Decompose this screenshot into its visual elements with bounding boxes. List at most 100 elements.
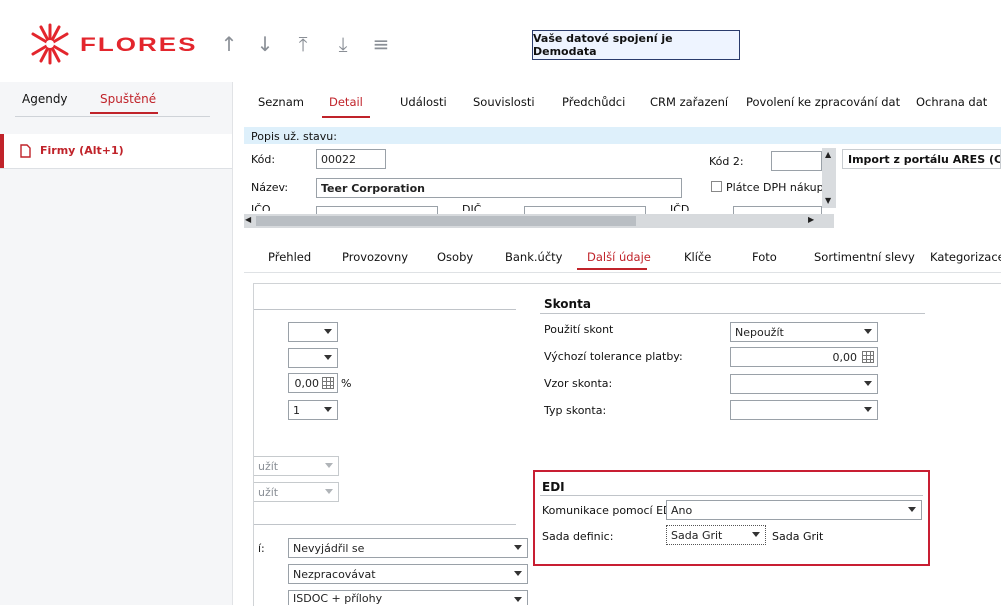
- nazev-input[interactable]: Teer Corporation: [316, 178, 682, 198]
- tolerance-label: Výchozí tolerance platby:: [544, 350, 683, 363]
- ico-input[interactable]: [316, 206, 438, 214]
- tab-detail[interactable]: Detail: [329, 95, 363, 109]
- scroll-up-icon[interactable]: ▲: [825, 150, 831, 159]
- disabled-dropdown-2-value: užít: [258, 485, 279, 499]
- import-ares-button[interactable]: Import z portálu ARES (CZ): [842, 149, 1001, 169]
- subtab-foto[interactable]: Foto: [752, 250, 777, 264]
- left-dropdown-1[interactable]: [288, 322, 338, 342]
- disabled-dropdown-1-value: užít: [258, 459, 279, 473]
- tab-crm[interactable]: CRM zařazení: [650, 95, 728, 109]
- scrollbar-thumb[interactable]: [256, 216, 636, 226]
- chevron-down-icon: [325, 489, 333, 494]
- subtab-prehled[interactable]: Přehled: [268, 250, 311, 264]
- status-label: Popis už. stavu:: [251, 130, 337, 143]
- skonta-use-dropdown[interactable]: Nepoužít: [730, 322, 878, 342]
- skonta-title: Skonta: [544, 297, 591, 311]
- skonta-use-label: Použití skont: [544, 323, 614, 336]
- subtab-provozovny[interactable]: Provozovny: [342, 250, 408, 264]
- edi-title: EDI: [542, 480, 565, 494]
- arrow-top-icon[interactable]: ⤒: [292, 34, 314, 54]
- nazev-label: Název:: [251, 181, 289, 194]
- arrow-down-icon[interactable]: ↓: [254, 34, 276, 54]
- tab-ochrana-dat[interactable]: Ochrana dat: [916, 95, 987, 109]
- sidebar-tab-underline: [90, 112, 158, 114]
- tolerance-input[interactable]: 0,00: [730, 347, 878, 367]
- tab-udalosti[interactable]: Události: [400, 95, 447, 109]
- icd-input[interactable]: [733, 206, 822, 214]
- left-dropdown-2[interactable]: [288, 348, 338, 368]
- skonta-use-value: Nepoužít: [735, 325, 784, 339]
- edi-comm-dropdown[interactable]: Ano: [666, 500, 922, 520]
- subtab-sortimentni-slevy[interactable]: Sortimentní slevy: [814, 250, 915, 264]
- chevron-down-icon: [864, 381, 872, 386]
- select-3[interactable]: ISDOC + přílohy: [288, 590, 528, 605]
- edi-set-value: Sada Grit: [671, 528, 723, 542]
- select-1[interactable]: Nevyjádřil se: [288, 538, 528, 558]
- tab-underline: [322, 116, 370, 118]
- edi-comm-label: Komunikace pomocí EDI:: [542, 504, 679, 517]
- skonta-pattern-label: Vzor skonta:: [544, 377, 613, 390]
- chevron-down-icon: [864, 329, 872, 334]
- subtab-bank-ucty[interactable]: Bank.účty: [505, 250, 562, 264]
- scroll-down-icon[interactable]: ▼: [825, 196, 831, 205]
- kod2-label: Kód 2:: [709, 155, 744, 168]
- sidebar-item-firmy[interactable]: Firmy (Alt+1): [0, 134, 232, 169]
- subtab-klice[interactable]: Klíče: [684, 250, 711, 264]
- chevron-down-icon: [324, 329, 332, 334]
- sidebar-divider: [15, 116, 210, 117]
- status-band: [244, 127, 1001, 144]
- select-2[interactable]: Nezpracovávat: [288, 564, 528, 584]
- skonta-pattern-dropdown[interactable]: [730, 374, 878, 394]
- chevron-down-icon: [324, 407, 332, 412]
- platce-dph-checkbox[interactable]: [711, 181, 722, 192]
- subtab-osoby[interactable]: Osoby: [437, 250, 473, 264]
- sidebar-tab-agendy[interactable]: Agendy: [22, 92, 68, 106]
- tab-seznam[interactable]: Seznam: [258, 95, 304, 109]
- calculator-icon[interactable]: [862, 351, 874, 363]
- tab-povoleni[interactable]: Povolení ke zpracování dat: [746, 95, 900, 109]
- left-section-rule-2: [254, 524, 516, 525]
- subtab-underline: [577, 268, 647, 270]
- dic-input[interactable]: [524, 206, 646, 214]
- select-3-value: ISDOC + přílohy: [293, 591, 383, 605]
- menu-icon[interactable]: ≡: [370, 34, 392, 54]
- platce-dph-label: Plátce DPH nákup: [726, 181, 824, 194]
- logo-text: FLORES: [80, 33, 198, 56]
- app-header: FLORES ↑ ↓ ⤒ ⤓ ≡ Vaše datové spojení je …: [0, 0, 1001, 82]
- connection-status-box: Vaše datové spojení je Demodata: [532, 30, 740, 60]
- disabled-dropdown-2: užít: [254, 482, 339, 502]
- tab-souvislosti[interactable]: Souvislosti: [473, 95, 535, 109]
- select-2-value: Nezpracovávat: [293, 567, 376, 581]
- edi-rule: [540, 495, 923, 496]
- edi-comm-value: Ano: [671, 503, 693, 517]
- arrow-bottom-icon[interactable]: ⤓: [332, 34, 354, 54]
- subtab-dalsi-udaje[interactable]: Další údaje: [587, 250, 651, 264]
- skonta-type-dropdown[interactable]: [730, 400, 878, 420]
- arrow-up-icon[interactable]: ↑: [218, 34, 240, 54]
- tab-predchudci[interactable]: Předchůdci: [562, 95, 625, 109]
- kod-input[interactable]: 00022: [316, 149, 386, 169]
- edi-set-display: Sada Grit: [772, 530, 824, 543]
- scroll-right-icon[interactable]: ▶: [808, 215, 814, 224]
- ico-label: IČO: [251, 203, 271, 211]
- number-dropdown[interactable]: 1: [288, 400, 338, 420]
- chevron-down-icon: [325, 463, 333, 468]
- flores-logo-icon: [31, 23, 69, 65]
- scroll-left-icon[interactable]: ◀: [245, 215, 251, 224]
- chevron-down-icon: [864, 407, 872, 412]
- sidebar-tab-spustene[interactable]: Spuštěné: [100, 92, 156, 106]
- disabled-dropdown-1: užít: [254, 456, 339, 476]
- active-item-indicator: [0, 134, 4, 168]
- dic-label: DIČ: [462, 203, 482, 211]
- kod-label: Kód:: [251, 153, 276, 166]
- skonta-rule: [540, 313, 925, 314]
- left-section-rule: [254, 309, 516, 310]
- kod2-input[interactable]: [771, 151, 822, 171]
- sidebar: Agendy Spuštěné Firmy (Alt+1): [0, 82, 233, 605]
- calculator-icon[interactable]: [322, 377, 334, 389]
- skonta-type-label: Typ skonta:: [544, 404, 607, 417]
- edi-set-dropdown[interactable]: Sada Grit: [666, 525, 766, 545]
- chevron-down-icon: [514, 545, 522, 550]
- subtab-kategorizace[interactable]: Kategorizace: [930, 250, 1001, 264]
- number-dropdown-value: 1: [293, 403, 300, 417]
